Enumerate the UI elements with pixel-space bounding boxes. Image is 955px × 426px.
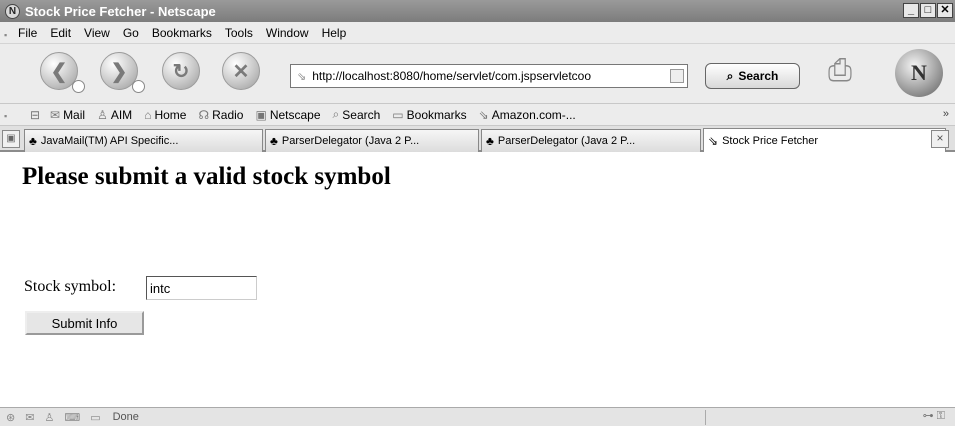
page-content: Please submit a valid stock symbol: [0, 152, 955, 407]
personal-item-label: Netscape: [269, 107, 321, 122]
close-window-button[interactable]: ✕: [937, 3, 953, 18]
url-dropdown-icon[interactable]: [670, 69, 684, 83]
window-controls: _ □ ✕: [903, 3, 953, 18]
toolbar-overflow-chevron-icon[interactable]: »: [943, 108, 949, 120]
toolbar-grip-icon: ▪: [4, 111, 8, 121]
personal-item-label: Amazon.com-...: [491, 107, 576, 122]
tab-label: ParserDelegator (Java 2 P...: [281, 135, 420, 147]
composer-icon[interactable]: ⌨: [64, 411, 80, 424]
tab-label: JavaMail(TM) API Specific...: [40, 135, 179, 147]
tab-label: Stock Price Fetcher: [722, 135, 819, 147]
navigation-toolbar: ❮ ❯ ↻ ✕ ⇘ http://localhost:8080/home/ser…: [0, 44, 955, 104]
menu-bookmarks[interactable]: Bookmarks: [152, 26, 212, 40]
tab-bar: ▣ ♣ JavaMail(TM) API Specific... ♣ Parse…: [0, 126, 955, 153]
personal-item-label: Bookmarks: [406, 107, 467, 122]
tab-parserdelegator-2[interactable]: ♣ ParserDelegator (Java 2 P...: [481, 129, 701, 152]
reload-icon: ↻: [172, 60, 190, 83]
stock-symbol-label: Stock symbol:: [24, 278, 117, 295]
address-book-icon[interactable]: ▭: [90, 411, 100, 424]
url-bar[interactable]: ⇘ http://localhost:8080/home/servlet/com…: [290, 64, 688, 88]
toolbar-home-icon[interactable]: ⊟: [30, 108, 40, 122]
search-icon: ⌕: [726, 68, 734, 83]
java-page-icon: ♣: [270, 134, 278, 148]
mail-icon: ✉: [50, 107, 61, 122]
stop-icon: ✕: [232, 60, 250, 83]
print-icon[interactable]: ⎙: [828, 56, 868, 86]
page-icon: ⇘: [708, 134, 719, 148]
status-component-icons: ⊛ ✉ ♙ ⌨ ▭: [6, 411, 101, 424]
menu-help[interactable]: Help: [322, 26, 347, 40]
personal-item-netscape[interactable]: ▣ Netscape: [255, 108, 320, 122]
menu-window[interactable]: Window: [266, 26, 309, 40]
home-icon: ⌂: [144, 107, 152, 122]
aim-icon[interactable]: ♙: [44, 411, 54, 424]
search-button-label: Search: [738, 69, 779, 83]
forward-history-dropdown[interactable]: [132, 80, 145, 93]
url-text[interactable]: http://localhost:8080/home/servlet/com.j…: [312, 69, 667, 83]
close-tab-icon[interactable]: ×: [931, 130, 949, 148]
toolbar-grip-icon: ▪: [4, 30, 8, 40]
submit-info-button[interactable]: Submit Info: [25, 311, 144, 335]
mail-icon[interactable]: ✉: [25, 411, 34, 424]
netscape-app-icon: N: [5, 3, 20, 19]
netscape-logo[interactable]: N: [895, 49, 943, 97]
back-history-dropdown[interactable]: [72, 80, 85, 93]
status-bar: ⊛ ✉ ♙ ⌨ ▭ Done ⊶ ⚿: [0, 407, 955, 426]
personal-item-mail[interactable]: ✉ Mail: [50, 108, 85, 122]
new-tab-icon[interactable]: ▣: [2, 130, 20, 148]
back-arrow-icon: ❮: [50, 60, 68, 83]
menu-go[interactable]: Go: [123, 26, 139, 40]
menu-bar: ▪ File Edit View Go Bookmarks Tools Wind…: [0, 22, 955, 44]
tab-stock-price-fetcher[interactable]: ⇘ Stock Price Fetcher: [703, 128, 946, 153]
tab-javamail[interactable]: ♣ JavaMail(TM) API Specific...: [24, 129, 263, 152]
java-page-icon: ♣: [486, 134, 494, 148]
menu-tools[interactable]: Tools: [225, 26, 253, 40]
personal-toolbar: ▪ ⊟ ✉ Mail ♙ AIM ⌂ Home ☊ Radio ▣ Netsca…: [0, 104, 955, 126]
personal-item-label: Search: [342, 107, 381, 122]
personal-item-search[interactable]: ⌕ Search: [333, 107, 381, 122]
status-divider: [705, 410, 706, 425]
page-heading: Please submit a valid stock symbol: [22, 163, 391, 190]
menu-file[interactable]: File: [18, 26, 37, 40]
personal-item-label: Mail: [63, 107, 86, 122]
back-button[interactable]: ❮: [40, 52, 85, 93]
stock-symbol-input[interactable]: [146, 276, 257, 300]
menu-edit[interactable]: Edit: [50, 26, 71, 40]
tab-parserdelegator-1[interactable]: ♣ ParserDelegator (Java 2 P...: [265, 129, 479, 152]
personal-item-amazon[interactable]: ⇘ Amazon.com-...: [479, 108, 576, 122]
java-page-icon: ♣: [29, 134, 37, 148]
personal-item-radio[interactable]: ☊ Radio: [198, 108, 243, 122]
personal-item-label: AIM: [110, 107, 133, 122]
my-netscape-icon: ▣: [255, 107, 267, 122]
menu-view[interactable]: View: [84, 26, 110, 40]
link-icon: ⇘: [478, 107, 489, 122]
search-button[interactable]: ⌕ Search: [705, 63, 800, 89]
security-lock-icon[interactable]: ⊶ ⚿: [923, 409, 945, 423]
forward-arrow-icon: ❯: [110, 60, 128, 83]
tab-label: ParserDelegator (Java 2 P...: [497, 135, 636, 147]
reload-button[interactable]: ↻: [162, 52, 200, 90]
navigator-icon[interactable]: ⊛: [6, 411, 15, 424]
personal-item-label: Radio: [212, 107, 244, 122]
maximize-button[interactable]: □: [920, 3, 936, 18]
personal-item-home[interactable]: ⌂ Home: [144, 108, 186, 122]
aim-icon: ♙: [97, 107, 108, 122]
personal-item-label: Home: [154, 107, 187, 122]
status-text: Done: [112, 411, 139, 423]
personal-item-aim[interactable]: ♙ AIM: [97, 108, 132, 122]
personal-item-bookmarks[interactable]: ▭ Bookmarks: [392, 108, 466, 122]
search-icon: ⌕: [332, 107, 340, 121]
bookmarks-folder-icon: ▭: [392, 107, 404, 122]
window-titlebar: N Stock Price Fetcher - Netscape _ □ ✕: [0, 0, 955, 22]
page-icon: ⇘: [297, 70, 307, 83]
forward-button[interactable]: ❯: [100, 52, 145, 93]
radio-icon: ☊: [198, 107, 210, 122]
minimize-button[interactable]: _: [903, 3, 919, 18]
window-title: Stock Price Fetcher - Netscape: [25, 3, 216, 19]
stop-button[interactable]: ✕: [222, 52, 260, 90]
